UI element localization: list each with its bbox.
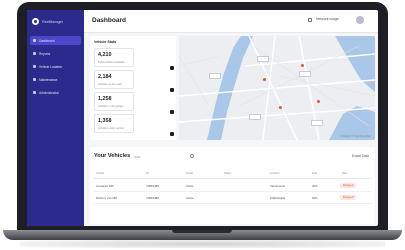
- sidebar-item-maintenance[interactable]: Maintenance: [30, 75, 81, 84]
- sidebar-nav: Dashboard Reports Vehicle Location Maint…: [30, 36, 81, 101]
- admin-icon: [33, 91, 36, 94]
- stat-icon: [170, 66, 174, 70]
- vehicle-id: V3815488: [146, 196, 159, 200]
- vehicle-location: Philadelphia: [270, 196, 286, 200]
- sidebar-item-label: Vehicle Location: [39, 64, 63, 69]
- map-attribution: © Mapbox © OpenStreetMap: [340, 135, 371, 138]
- avatar[interactable]: [356, 16, 364, 24]
- brand-name: FleetManager: [42, 19, 63, 24]
- stat-card[interactable]: 4,210 Total vehicles available: [94, 48, 134, 67]
- stat-card[interactable]: 2,184 Vehicles on the road: [94, 70, 134, 89]
- vehicle-pin[interactable]: [263, 78, 266, 81]
- vehicle-driver: Active: [186, 196, 194, 200]
- vehicle-id: V3815485: [146, 184, 159, 188]
- vehicle-pin[interactable]: [301, 64, 304, 67]
- table-header: Vehicle ID Driver Status Location Fuel A…: [94, 172, 371, 179]
- brand[interactable]: FleetManager: [32, 18, 63, 25]
- stat-value: 4,210: [98, 52, 112, 58]
- vehicle-pin[interactable]: [317, 100, 320, 103]
- refresh-icon[interactable]: [190, 154, 194, 158]
- map-marker-label: [299, 71, 311, 77]
- export-data-button[interactable]: Export Data: [352, 154, 369, 158]
- vehicle-location: Sacramento: [270, 184, 286, 188]
- laptop-notch: [172, 230, 232, 233]
- vehicles-title: Your Vehicles: [94, 153, 131, 159]
- laptop-shadow: [20, 240, 385, 248]
- column-header[interactable]: Location: [270, 172, 280, 175]
- vehicles-count: (128): [134, 155, 142, 159]
- vehicle-fuel: 40%: [312, 184, 318, 188]
- sidebar-item-dashboard[interactable]: Dashboard: [30, 36, 81, 45]
- stat-label: Total vehicles available: [98, 61, 125, 64]
- sidebar-item-label: Reports: [39, 51, 51, 56]
- map-marker-label: [311, 120, 323, 126]
- map-marker-label: [257, 56, 269, 62]
- sidebar: FleetManager Dashboard Reports Vehicle L…: [27, 10, 84, 226]
- stat-value: 1,258: [98, 96, 112, 102]
- vehicles-panel: Your Vehicles (128) Export Data Vehicle …: [90, 147, 375, 224]
- laptop-lid: FleetManager Dashboard Reports Vehicle L…: [17, 2, 388, 234]
- sidebar-item-label: Administration: [39, 90, 60, 95]
- status-badge: Delayed: [340, 195, 357, 200]
- column-header[interactable]: ID: [146, 172, 149, 175]
- map-marker-label: [249, 114, 261, 120]
- wrench-icon: [33, 78, 36, 81]
- vehicle-name: Container 24ft: [96, 184, 114, 188]
- stat-icon: [170, 110, 174, 114]
- column-header[interactable]: Driver: [186, 172, 193, 175]
- vehicle-fuel: 52%: [312, 196, 318, 200]
- column-header[interactable]: Alert: [342, 172, 347, 175]
- vehicle-pin[interactable]: [279, 106, 282, 109]
- stat-card[interactable]: 1,358 Vehicles under service: [94, 114, 134, 133]
- location-icon: [33, 65, 36, 68]
- reports-icon: [33, 52, 36, 55]
- map-graphic: [179, 36, 375, 140]
- dashboard-icon: [33, 39, 36, 42]
- table-row[interactable]: Container 24ft V3815485 Active Sacrament…: [94, 181, 371, 192]
- stat-icon: [170, 88, 174, 92]
- table-row[interactable]: Delivery van 18ft V3815488 Active Philad…: [94, 193, 371, 204]
- vehicle-map[interactable]: © Mapbox © OpenStreetMap: [179, 36, 375, 140]
- screen: FleetManager Dashboard Reports Vehicle L…: [27, 10, 378, 226]
- map-marker-label: [209, 73, 221, 79]
- stat-value: 1,358: [98, 118, 112, 124]
- sidebar-item-label: Maintenance: [39, 77, 58, 82]
- status-badge: Delayed: [340, 183, 357, 188]
- vehicle-driver: Active: [186, 184, 194, 188]
- export-icon[interactable]: [308, 18, 312, 22]
- page-title: Dashboard: [92, 17, 126, 24]
- account-button[interactable]: Network usage: [316, 17, 339, 21]
- stat-label: Vehicles under service: [98, 127, 124, 130]
- stat-card[interactable]: 1,258 Vehicles in the garage: [94, 92, 134, 111]
- top-bar: Dashboard Network usage: [84, 10, 378, 33]
- sidebar-item-label: Dashboard: [39, 38, 55, 43]
- stat-label: Vehicles in the garage: [98, 105, 124, 108]
- vehicle-stats-panel: Vehicle Stats 4,210 Total vehicles avail…: [90, 36, 176, 140]
- column-header[interactable]: Fuel: [312, 172, 317, 175]
- stats-title: Vehicle Stats: [94, 40, 117, 44]
- vehicle-name: Delivery van 18ft: [96, 196, 117, 200]
- column-header[interactable]: Vehicle: [96, 172, 104, 175]
- sidebar-item-vehicle-location[interactable]: Vehicle Location: [30, 62, 81, 71]
- column-header[interactable]: Status: [224, 172, 231, 175]
- stat-value: 2,184: [98, 74, 112, 80]
- stat-label: Vehicles on the road: [98, 83, 122, 86]
- sidebar-item-administration[interactable]: Administration: [30, 88, 81, 97]
- logo-icon: [32, 18, 39, 25]
- stat-icon: [170, 132, 174, 136]
- sidebar-item-reports[interactable]: Reports: [30, 49, 81, 58]
